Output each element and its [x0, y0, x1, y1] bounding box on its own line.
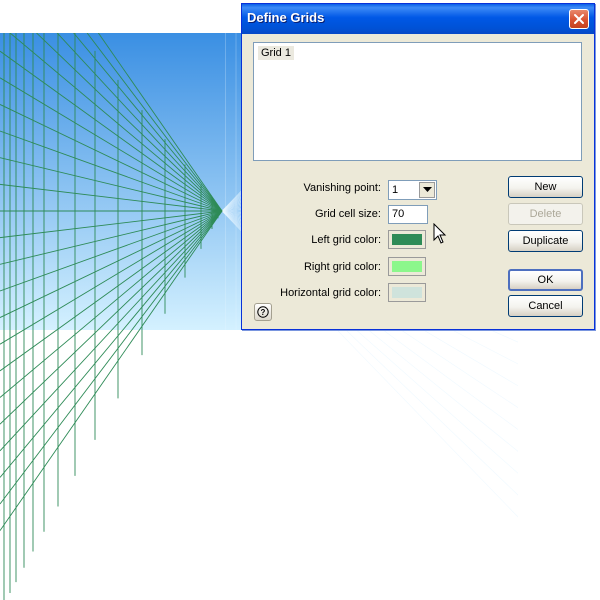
ok-button[interactable]: OK	[508, 269, 583, 291]
left-color-swatch	[392, 234, 422, 245]
horizontal-color-label: Horizontal grid color:	[280, 287, 381, 299]
vanishing-point-select[interactable]: 1	[388, 180, 437, 200]
horizontal-color-swatch	[392, 287, 422, 298]
help-icon: ?	[257, 306, 269, 318]
close-icon	[574, 14, 584, 24]
grid-list[interactable]: Grid 1	[253, 42, 582, 161]
right-color-label: Right grid color:	[303, 261, 381, 273]
close-button[interactable]	[569, 9, 589, 29]
grid-list-item[interactable]: Grid 1	[258, 46, 294, 60]
cell-size-label: Grid cell size:	[314, 208, 381, 220]
right-color-swatch	[392, 261, 422, 272]
chevron-down-icon	[423, 187, 432, 192]
left-color-button[interactable]	[388, 230, 426, 249]
new-button[interactable]: New	[508, 176, 583, 198]
help-button[interactable]: ?	[254, 303, 272, 321]
mouse-cursor-icon	[433, 223, 447, 244]
vanishing-point-value: 1	[392, 184, 399, 196]
left-color-label: Left grid color:	[311, 234, 381, 246]
cell-size-input[interactable]: 70	[388, 205, 428, 224]
dialog-titlebar[interactable]: Define Grids	[242, 4, 594, 34]
vanishing-point-dropdown-button[interactable]	[419, 182, 435, 198]
vanishing-point-label: Vanishing point:	[303, 182, 381, 194]
duplicate-button[interactable]: Duplicate	[508, 230, 583, 252]
svg-text:?: ?	[261, 308, 266, 317]
right-color-button[interactable]	[388, 257, 426, 276]
cancel-button[interactable]: Cancel	[508, 295, 583, 317]
horizontal-color-button[interactable]	[388, 283, 426, 302]
delete-button[interactable]: Delete	[508, 203, 583, 225]
dialog-title: Define Grids	[247, 10, 325, 25]
define-grids-dialog: Define Grids Grid 1 Vanishing point: 1 G…	[241, 3, 595, 330]
